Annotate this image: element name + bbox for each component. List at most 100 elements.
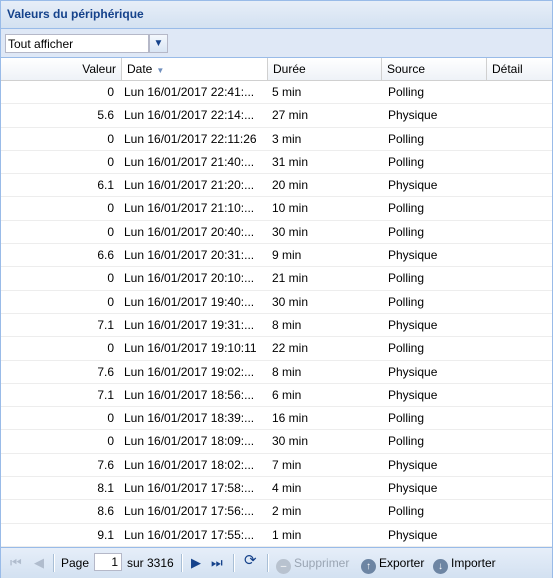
table-row[interactable]: 5.6 Lun 16/01/2017 22:14:... 27 min Physiqu…	[1, 104, 552, 128]
column-label: Durée	[273, 62, 306, 76]
cell-value: 7.6	[97, 457, 114, 472]
delete-button[interactable]: – Supprimer	[276, 555, 349, 574]
chevron-down-icon[interactable]: ▼	[149, 34, 168, 53]
table-row[interactable]: 0 Lun 16/01/2017 18:09:... 30 min Polling	[1, 430, 552, 454]
column-label: Valeur	[82, 62, 116, 76]
cell-value: 6.1	[97, 178, 114, 193]
table-row[interactable]: 7.1 Lun 16/01/2017 18:56:... 6 min Physique	[1, 384, 552, 408]
cell-source: Physique	[388, 364, 438, 379]
first-page-icon[interactable]: ⏮	[10, 555, 22, 571]
column-header-value[interactable]: Valeur	[1, 58, 122, 80]
table-row[interactable]: 6.1 Lun 16/01/2017 21:20:... 20 min Physiqu…	[1, 174, 552, 198]
column-label: Source	[387, 62, 426, 76]
table-row[interactable]: 0 Lun 16/01/2017 22:11:26 3 min Polling	[1, 128, 552, 151]
cell-source: Physique	[388, 457, 438, 472]
cell-date: Lun 16/01/2017 22:14:...	[124, 108, 255, 123]
column-header-duration[interactable]: Durée	[268, 58, 382, 80]
table-row[interactable]: 0 Lun 16/01/2017 20:40:... 30 min Polling	[1, 221, 552, 245]
column-label: Détail	[492, 62, 523, 76]
table-row[interactable]: 0 Lun 16/01/2017 19:10:11 22 min Polling	[1, 337, 552, 361]
table-row[interactable]: 8.6 Lun 16/01/2017 17:56:... 2 min Polling	[1, 500, 552, 524]
cell-value: 0	[107, 434, 114, 449]
cell-duration: 6 min	[272, 387, 302, 402]
table-row[interactable]: 7.1 Lun 16/01/2017 19:31:... 8 min Physique	[1, 314, 552, 338]
table-row[interactable]: 0 Lun 16/01/2017 19:40:... 30 min Polling	[1, 291, 552, 314]
cell-date: Lun 16/01/2017 18:09:...	[124, 434, 255, 449]
cell-source: Physique	[388, 178, 438, 193]
grid-header: Valeur Date ▼ Durée Source Détail	[1, 58, 552, 81]
table-row[interactable]: 0 Lun 16/01/2017 21:40:... 31 min Polling	[1, 151, 552, 175]
cell-duration: 3 min	[272, 131, 302, 146]
cell-duration: 8 min	[272, 317, 302, 332]
export-label: Exporter	[379, 556, 425, 570]
export-button[interactable]: ↑ Exporter	[361, 555, 425, 574]
grid-body: 0 Lun 16/01/2017 22:41:... 5 min Polling 5.6…	[1, 81, 552, 547]
cell-source: Polling	[388, 131, 425, 146]
import-button[interactable]: ↓ Importer	[433, 555, 496, 574]
cell-source: Physique	[388, 108, 438, 123]
cell-date: Lun 16/01/2017 22:11:26	[124, 131, 257, 146]
paging-toolbar: ⏮ ◀ Page 1 sur 3316 ▶ ⏭ ⟳ – Supprimer ↑ Ex…	[1, 547, 552, 578]
column-header-source[interactable]: Source	[382, 58, 487, 80]
cell-date: Lun 16/01/2017 19:02:...	[124, 364, 255, 379]
cell-source: Polling	[388, 294, 425, 309]
column-header-date[interactable]: Date ▼	[122, 58, 268, 80]
cell-date: Lun 16/01/2017 19:10:11	[124, 341, 257, 356]
cell-value: 7.6	[97, 364, 114, 379]
filter-input[interactable]	[5, 34, 149, 53]
cell-duration: 30 min	[272, 434, 309, 449]
cell-value: 8.1	[97, 481, 114, 496]
table-row[interactable]: 0 Lun 16/01/2017 21:10:... 10 min Polling	[1, 197, 552, 221]
cell-value: 8.6	[97, 504, 114, 519]
cell-duration: 2 min	[272, 504, 302, 519]
refresh-icon[interactable]: ⟳	[244, 553, 257, 569]
cell-source: Polling	[388, 341, 425, 356]
filter-combo[interactable]: ▼	[5, 34, 169, 53]
cell-date: Lun 16/01/2017 20:31:...	[124, 248, 255, 263]
cell-value: 0	[107, 341, 114, 356]
delete-icon: –	[276, 559, 291, 574]
cell-value: 0	[107, 154, 114, 169]
cell-date: Lun 16/01/2017 17:55:...	[124, 527, 255, 542]
table-row[interactable]: 6.6 Lun 16/01/2017 20:31:... 9 min Physique	[1, 244, 552, 268]
table-row[interactable]: 7.6 Lun 16/01/2017 19:02:... 8 min Physique	[1, 361, 552, 384]
cell-date: Lun 16/01/2017 21:20:...	[124, 178, 255, 193]
column-label: Date	[127, 62, 153, 76]
table-row[interactable]: 0 Lun 16/01/2017 22:41:... 5 min Polling	[1, 81, 552, 105]
cell-value: 0	[107, 294, 114, 309]
column-header-detail[interactable]: Détail	[487, 58, 552, 80]
cell-source: Polling	[388, 201, 425, 216]
cell-date: Lun 16/01/2017 21:40:...	[124, 154, 255, 169]
cell-duration: 21 min	[272, 271, 309, 286]
cell-date: Lun 16/01/2017 17:56:...	[124, 504, 255, 519]
cell-source: Polling	[388, 154, 425, 169]
cell-value: 6.6	[97, 248, 114, 263]
page-number-input[interactable]: 1	[94, 553, 122, 571]
cell-value: 7.1	[97, 317, 114, 332]
cell-value: 0	[107, 201, 114, 216]
cell-source: Polling	[388, 411, 425, 426]
cell-value: 5.6	[97, 108, 114, 123]
cell-date: Lun 16/01/2017 20:40:...	[124, 224, 255, 239]
cell-duration: 27 min	[272, 108, 309, 123]
table-row[interactable]: 0 Lun 16/01/2017 18:39:... 16 min Polling	[1, 407, 552, 431]
table-row[interactable]: 0 Lun 16/01/2017 20:10:... 21 min Polling	[1, 267, 552, 291]
cell-date: Lun 16/01/2017 21:10:...	[124, 201, 255, 216]
table-row[interactable]: 7.6 Lun 16/01/2017 18:02:... 7 min Physique	[1, 454, 552, 478]
table-row[interactable]: 9.1 Lun 16/01/2017 17:55:... 1 min Physique	[1, 524, 552, 547]
cell-duration: 30 min	[272, 224, 309, 239]
cell-duration: 16 min	[272, 411, 309, 426]
cell-duration: 22 min	[272, 341, 309, 356]
cell-date: Lun 16/01/2017 18:56:...	[124, 387, 255, 402]
cell-source: Polling	[388, 434, 425, 449]
cell-date: Lun 16/01/2017 20:10:...	[124, 271, 255, 286]
separator	[53, 554, 55, 572]
prev-page-icon[interactable]: ◀	[34, 555, 44, 571]
cell-duration: 9 min	[272, 248, 302, 263]
last-page-icon[interactable]: ⏭	[211, 555, 223, 571]
cell-date: Lun 16/01/2017 17:58:...	[124, 481, 255, 496]
next-page-icon[interactable]: ▶	[191, 555, 201, 571]
table-row[interactable]: 8.1 Lun 16/01/2017 17:58:... 4 min Physique	[1, 477, 552, 501]
cell-value: 0	[107, 411, 114, 426]
separator	[267, 554, 269, 572]
